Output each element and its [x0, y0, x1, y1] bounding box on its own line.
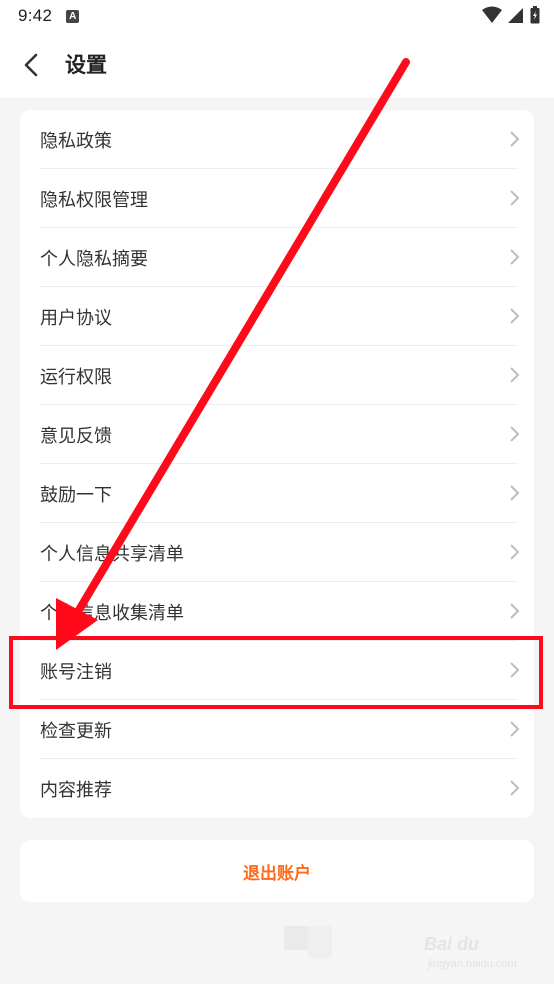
settings-item-user-agreement[interactable]: 用户协议 [20, 287, 534, 346]
chevron-right-icon [510, 780, 520, 796]
settings-item-label: 隐私权限管理 [40, 189, 148, 211]
chevron-right-icon [510, 426, 520, 442]
status-icons [482, 6, 540, 24]
logout-label: 退出账户 [243, 863, 311, 884]
notification-a-icon: A [66, 9, 80, 23]
back-arrow-icon[interactable] [18, 50, 46, 80]
settings-item-label: 个人隐私摘要 [40, 248, 148, 270]
watermark-logo-text: Bai du [424, 934, 480, 954]
settings-item-label: 隐私政策 [40, 130, 112, 152]
settings-item-feedback[interactable]: 意见反馈 [20, 405, 534, 464]
status-bar: 9:42 A [0, 0, 554, 32]
settings-item-account-deletion[interactable]: 账号注销 [20, 641, 534, 700]
app-header: 设置 [0, 32, 554, 98]
chevron-right-icon [510, 603, 520, 619]
page-title: 设置 [65, 53, 107, 77]
logout-button[interactable]: 退出账户 [20, 840, 534, 902]
settings-item-label: 个人信息共享清单 [40, 543, 184, 565]
baidu-watermark: Bai du jingyan.baidu.com [424, 934, 536, 974]
settings-item-label: 个人信息收集清单 [40, 602, 184, 624]
settings-item-runtime-permission[interactable]: 运行权限 [20, 346, 534, 405]
settings-item-label: 鼓励一下 [40, 484, 112, 506]
settings-item-check-update[interactable]: 检查更新 [20, 700, 534, 759]
chevron-right-icon [510, 190, 520, 206]
settings-item-label: 账号注销 [40, 661, 112, 683]
settings-item-label: 意见反馈 [40, 425, 112, 447]
chevron-right-icon [510, 721, 520, 737]
placeholder-block [284, 926, 308, 950]
settings-list: 隐私政策 隐私权限管理 个人隐私摘要 用户协议 运行权限 意见反馈 鼓励一下 个… [20, 110, 534, 818]
chevron-right-icon [510, 485, 520, 501]
placeholder-block [308, 926, 332, 958]
watermark-url: jingyan.baidu.com [428, 958, 517, 970]
settings-item-label: 用户协议 [40, 307, 112, 329]
settings-item-privacy-summary[interactable]: 个人隐私摘要 [20, 228, 534, 287]
settings-item-privacy-policy[interactable]: 隐私政策 [20, 110, 534, 169]
chevron-right-icon [510, 544, 520, 560]
settings-item-privacy-permission[interactable]: 隐私权限管理 [20, 169, 534, 228]
settings-item-info-sharing-list[interactable]: 个人信息共享清单 [20, 523, 534, 582]
wifi-icon [482, 6, 502, 23]
settings-item-label: 内容推荐 [40, 779, 112, 801]
settings-item-label: 检查更新 [40, 720, 112, 742]
chevron-right-icon [510, 249, 520, 265]
battery-icon [530, 6, 540, 24]
chevron-right-icon [510, 367, 520, 383]
settings-item-content-recommendation[interactable]: 内容推荐 [20, 759, 534, 818]
status-time: 9:42 [18, 6, 53, 25]
chevron-right-icon [510, 131, 520, 147]
settings-item-encourage[interactable]: 鼓励一下 [20, 464, 534, 523]
settings-item-info-collection-list[interactable]: 个人信息收集清单 [20, 582, 534, 641]
cellular-signal-icon [508, 8, 523, 23]
chevron-right-icon [510, 308, 520, 324]
chevron-right-icon [510, 662, 520, 678]
settings-item-label: 运行权限 [40, 366, 112, 388]
